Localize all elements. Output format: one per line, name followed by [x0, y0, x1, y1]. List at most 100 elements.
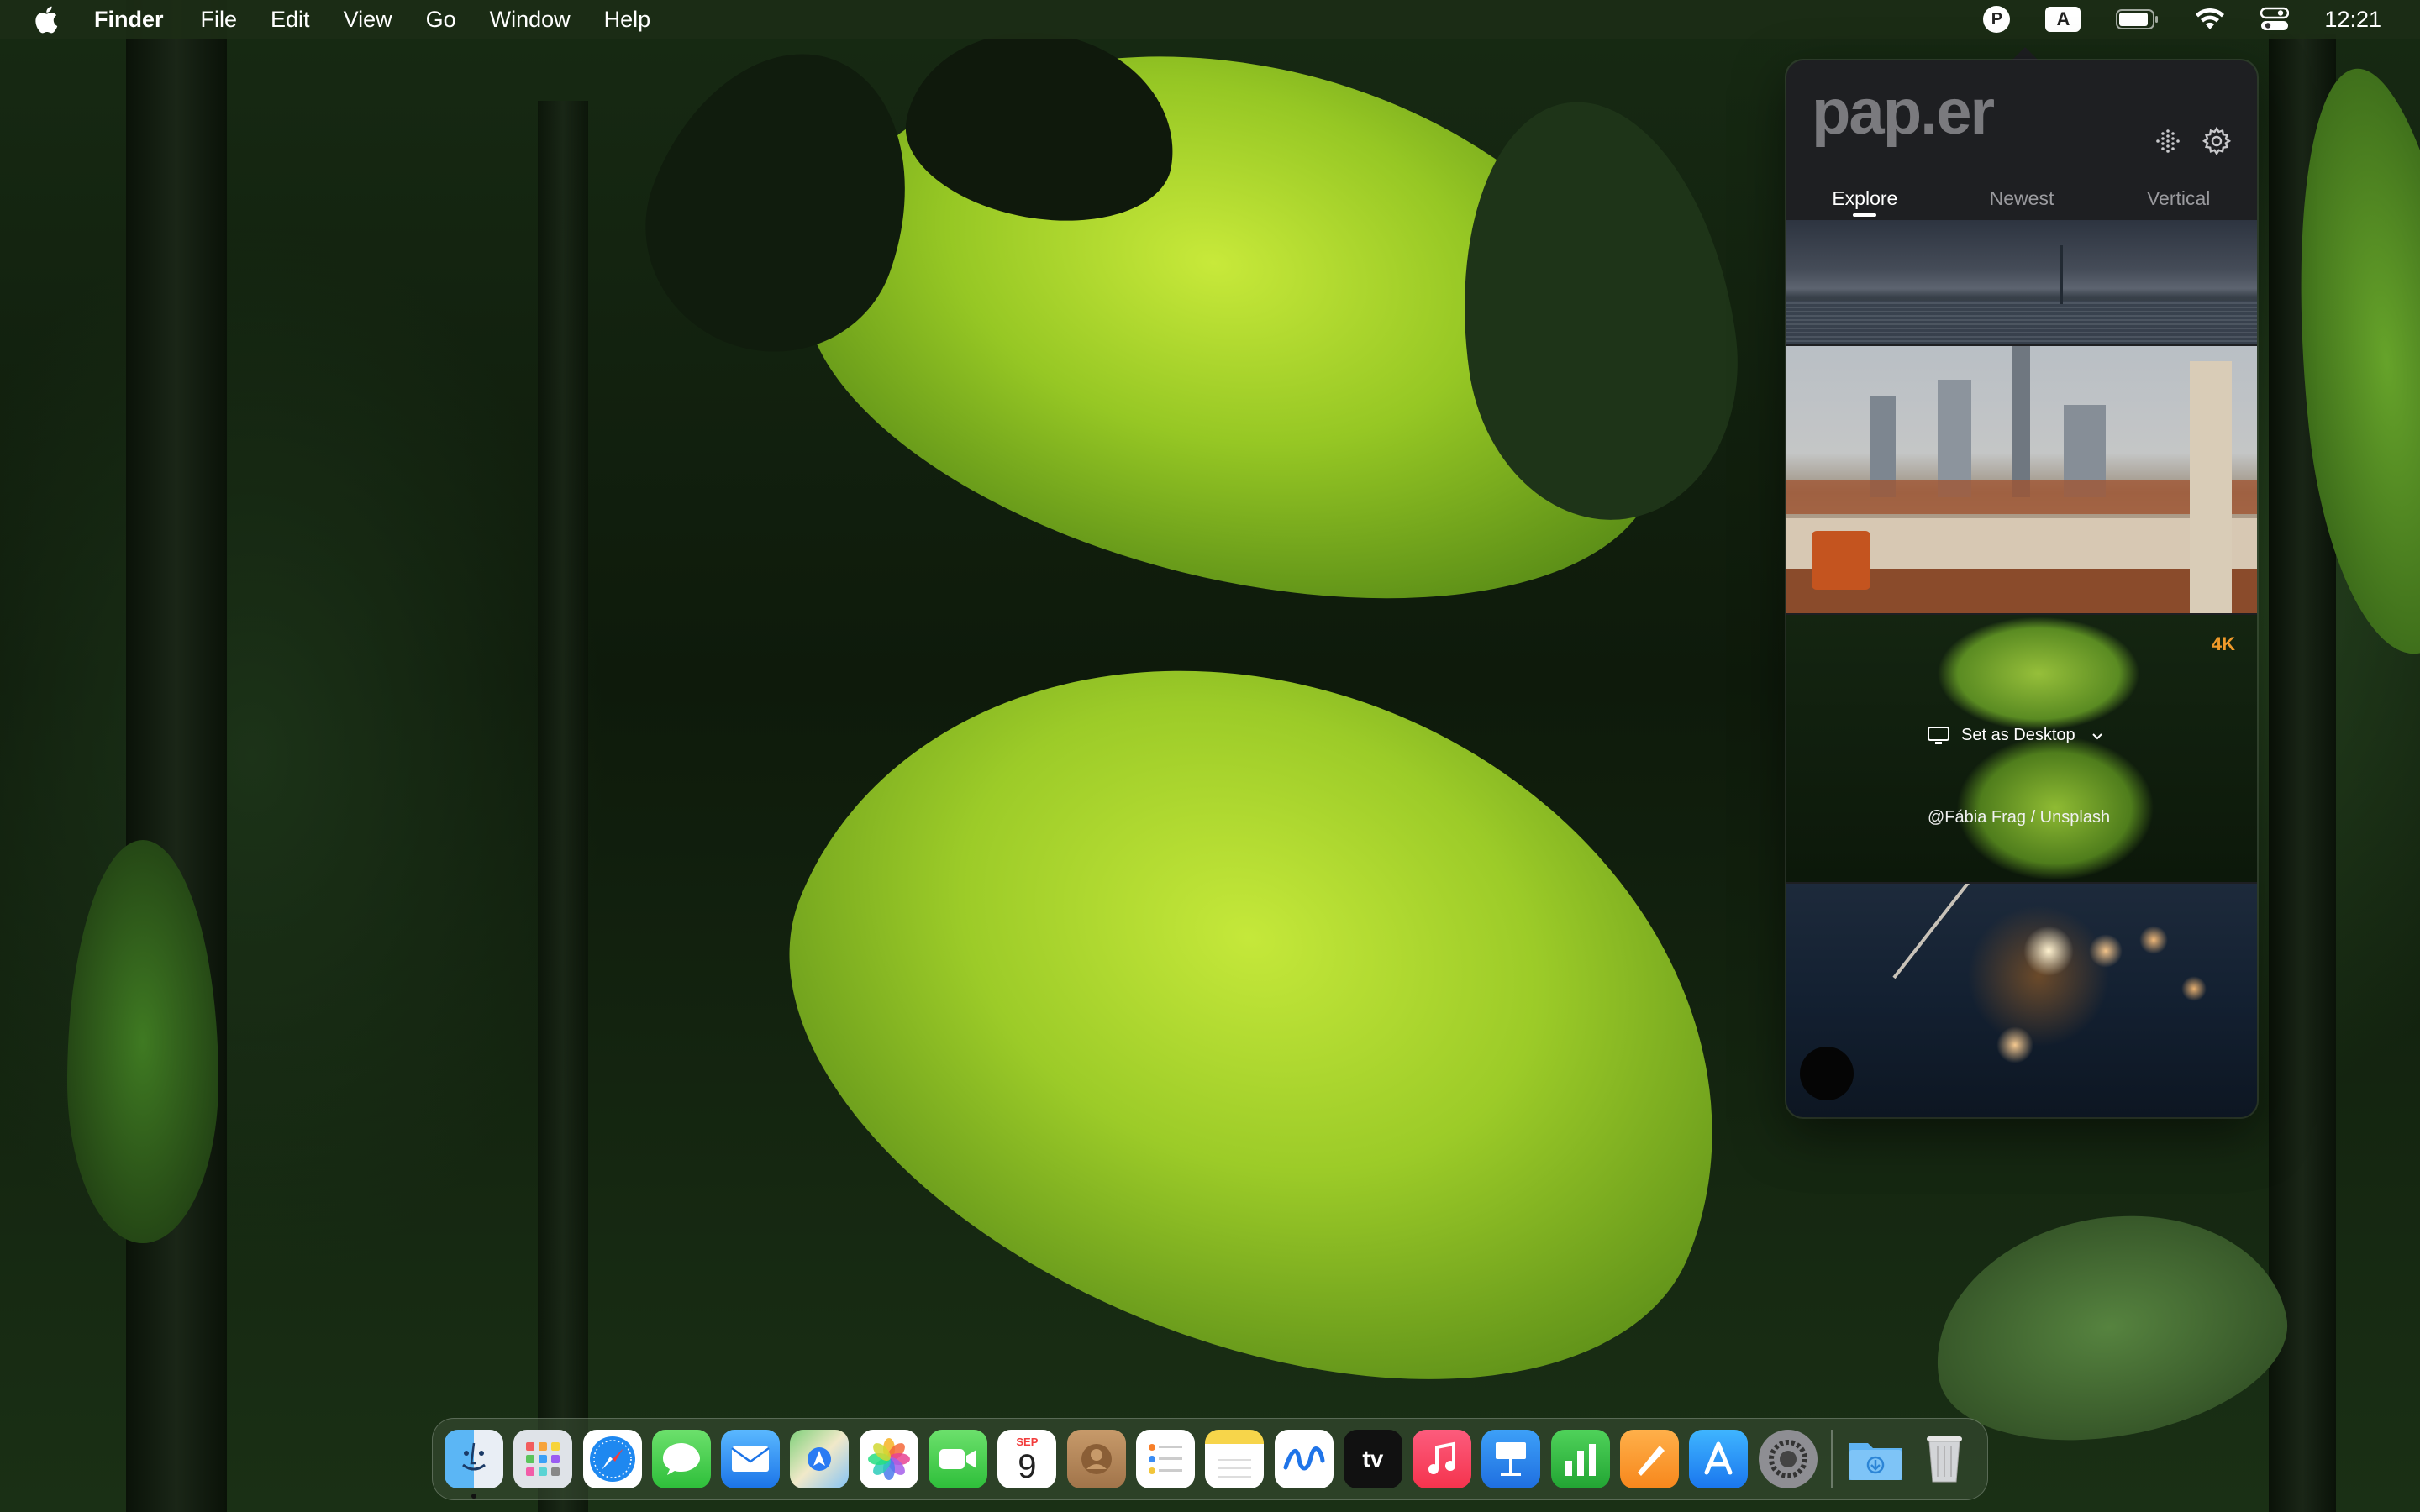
dock-keynote[interactable]	[1481, 1430, 1541, 1488]
pen-nib-icon	[1638, 1446, 1665, 1476]
dock-contacts[interactable]	[1066, 1430, 1126, 1488]
paper-tabs: Explore Newest Vertical	[1786, 175, 2257, 222]
sparkler-flame	[2023, 926, 2074, 976]
battery-glyph	[2116, 9, 2159, 29]
pillar	[2190, 361, 2232, 613]
dock-downloads-folder[interactable]	[1846, 1430, 1905, 1488]
rooftops	[1786, 480, 2257, 514]
dock-pages[interactable]	[1620, 1430, 1680, 1488]
finder-face-icon	[462, 1442, 486, 1471]
menu-edit[interactable]: Edit	[271, 7, 310, 33]
wallpaper-leaf-lower	[702, 533, 1836, 1500]
tower	[2012, 346, 2030, 497]
apple-menu-icon[interactable]	[32, 4, 59, 34]
trash-can-icon	[1927, 1436, 1963, 1483]
chevron-down-icon[interactable]	[2091, 729, 2104, 743]
dock-maps[interactable]	[790, 1430, 850, 1488]
battery-icon[interactable]	[2116, 0, 2160, 39]
sparkler-stick	[1892, 884, 1989, 979]
dock-music[interactable]	[1413, 1430, 1472, 1488]
shuffle-dots-icon[interactable]	[2153, 126, 2183, 156]
maps-pin-icon	[808, 1447, 832, 1471]
wallpaper-thumb-sparkler-night[interactable]	[1786, 884, 2257, 1117]
dock-numbers[interactable]	[1550, 1430, 1610, 1488]
tab-vertical[interactable]: Vertical	[2100, 175, 2257, 222]
menu-help[interactable]: Help	[604, 7, 651, 33]
dock-messages[interactable]	[651, 1430, 711, 1488]
menu-window[interactable]: Window	[490, 7, 571, 33]
paper-logo: pap.er	[1812, 76, 1995, 148]
dock-tv[interactable]: tv	[1343, 1430, 1402, 1488]
safari-compass-icon	[589, 1436, 635, 1482]
dock-photos[interactable]	[859, 1430, 918, 1488]
checklist-icon	[1148, 1444, 1182, 1474]
calendar-day: 9	[1018, 1448, 1037, 1485]
tab-explore[interactable]: Explore	[1786, 175, 1944, 222]
monitor-icon	[1928, 726, 1949, 744]
dock-launchpad[interactable]	[513, 1430, 573, 1488]
envelope-icon	[731, 1446, 770, 1472]
running-indicator	[471, 1494, 476, 1499]
dock: SEP 9 tv	[432, 1418, 1988, 1500]
wallpaper-thumb-green-leaves[interactable]: 4K Set as Desktop @Fábia Frag / Unsplash	[1786, 615, 2257, 882]
music-note-icon	[1428, 1441, 1456, 1474]
freeform-scribble-icon	[1283, 1446, 1325, 1471]
set-as-desktop-button[interactable]: Set as Desktop	[1928, 726, 2104, 745]
paper-status-icon[interactable]: P	[1983, 0, 2011, 39]
input-source-letter: A	[2045, 7, 2081, 32]
control-center-icon[interactable]	[2260, 0, 2290, 39]
planter	[1812, 531, 1870, 590]
menu-file[interactable]: File	[201, 7, 238, 33]
wallpaper-thumb-stormy-sea[interactable]	[1786, 220, 2257, 344]
avatar-blob	[1800, 1047, 1854, 1100]
menu-view[interactable]: View	[344, 7, 392, 33]
speech-bubble-icon	[662, 1443, 700, 1475]
dock-safari[interactable]	[582, 1430, 642, 1488]
dock-separator	[1830, 1430, 1833, 1488]
menu-app-finder[interactable]: Finder	[94, 7, 164, 33]
paper-popover: pap.er Explore Newest Vertical 4K Set as…	[1786, 60, 2257, 1117]
app-store-a-icon	[1704, 1441, 1733, 1475]
dock-reminders[interactable]	[1135, 1430, 1195, 1488]
dock-app-store[interactable]	[1689, 1430, 1749, 1488]
dock-trash[interactable]	[1915, 1430, 1974, 1488]
dock-mail[interactable]	[721, 1430, 781, 1488]
folder-download-icon	[1849, 1443, 1902, 1480]
bokeh-light	[2181, 976, 2207, 1001]
building	[1938, 380, 1971, 497]
set-as-desktop-label: Set as Desktop	[1961, 726, 2075, 744]
bokeh-light	[1996, 1026, 2033, 1063]
photo-credit-link[interactable]: @Fábia Frag / Unsplash	[1928, 808, 2110, 827]
dock-calendar[interactable]: SEP 9	[997, 1430, 1057, 1488]
video-camera-icon	[939, 1449, 977, 1469]
dock-facetime[interactable]	[929, 1430, 988, 1488]
tab-newest[interactable]: Newest	[1944, 175, 2101, 222]
waterspout	[2060, 245, 2063, 304]
photos-flower-icon	[867, 1438, 910, 1480]
menu-go[interactable]: Go	[426, 7, 456, 33]
dock-finder[interactable]	[445, 1430, 503, 1499]
settings-gear-icon	[1768, 1440, 1807, 1478]
settings-gear-icon[interactable]	[2202, 126, 2232, 156]
wifi-icon[interactable]	[2195, 0, 2225, 39]
tree-trunk	[126, 0, 227, 1512]
resolution-badge: 4K	[2211, 633, 2235, 654]
wifi-glyph	[2196, 8, 2225, 29]
bar-chart-icon	[1565, 1444, 1596, 1476]
bokeh-light	[2139, 926, 2168, 954]
wallpaper-thumb-city-rooftop[interactable]	[1786, 346, 2257, 613]
sea-surface	[1786, 301, 2257, 344]
dock-notes[interactable]	[1205, 1430, 1265, 1488]
menu-bar: Finder File Edit View Go Window Help P A	[0, 0, 2420, 39]
menubar-clock[interactable]: 12:21	[2324, 7, 2381, 33]
dock-freeform[interactable]	[1274, 1430, 1334, 1488]
input-source-icon[interactable]: A	[2045, 0, 2081, 39]
tree-trunk	[538, 101, 588, 1512]
dock-system-settings[interactable]	[1758, 1430, 1818, 1488]
tv-logo-text: tv	[1362, 1446, 1384, 1472]
paper-icon-letter: P	[1983, 6, 2011, 33]
notes-lines-icon	[1218, 1459, 1252, 1478]
keynote-podium-icon	[1496, 1442, 1527, 1476]
bokeh-light	[2089, 934, 2123, 968]
control-center-glyph	[2260, 7, 2290, 30]
